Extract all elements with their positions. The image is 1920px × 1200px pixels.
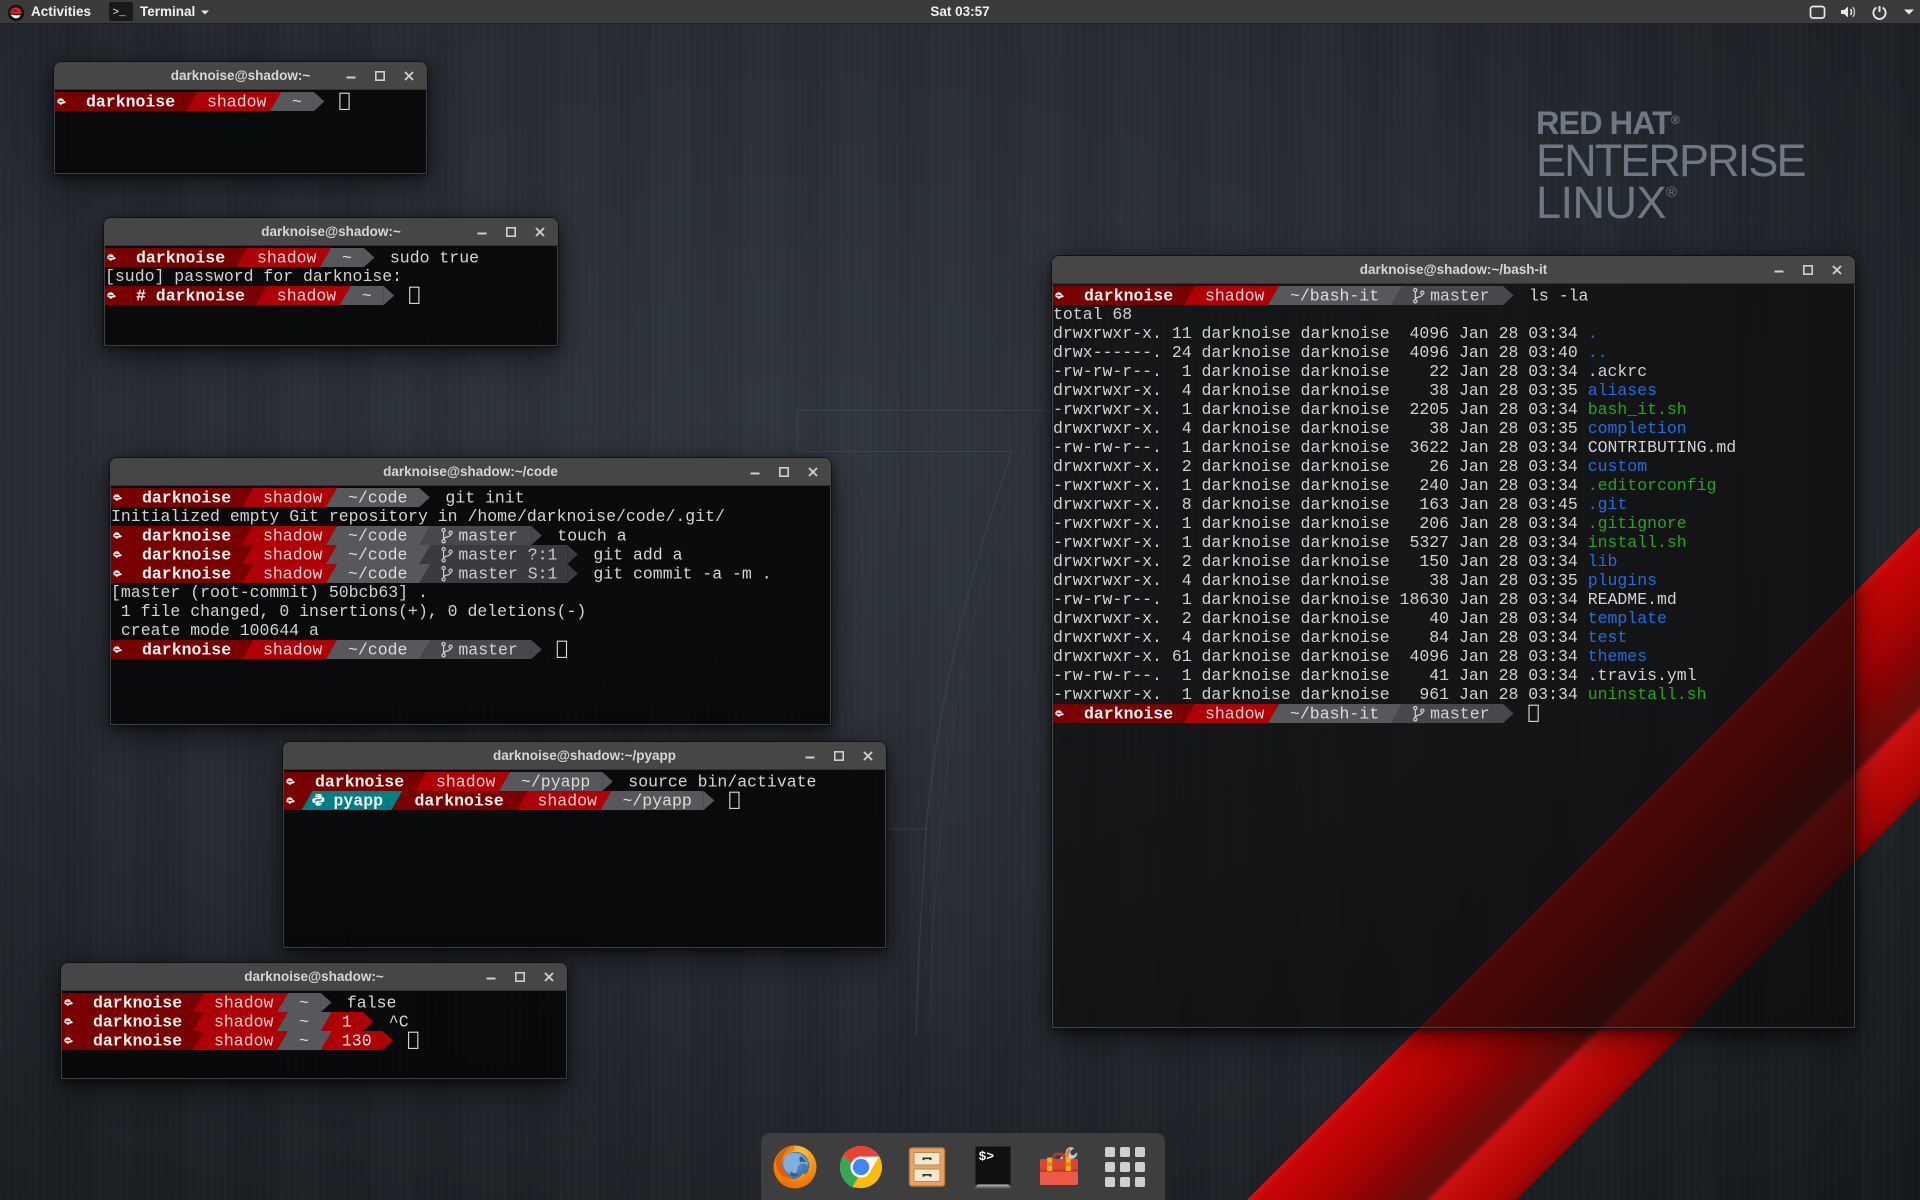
svg-text:~/code: ~/code	[348, 526, 407, 544]
svg-text:~/pyapp: ~/pyapp	[623, 791, 692, 809]
svg-text:~/code: ~/code	[348, 564, 407, 582]
svg-text:1: 1	[342, 1012, 352, 1030]
svg-text:shadow: shadow	[263, 640, 323, 658]
svg-text:~/code: ~/code	[348, 640, 407, 658]
svg-text:shadow: shadow	[214, 1031, 274, 1049]
svg-text:shadow: shadow	[1205, 286, 1265, 304]
svg-text:shadow: shadow	[1205, 704, 1265, 722]
svg-text:master: master	[1430, 286, 1489, 304]
svg-text:touch a: touch a	[557, 526, 626, 544]
svg-text:git init: git init	[445, 488, 524, 506]
svg-text:~: ~	[342, 248, 352, 266]
svg-text:source bin/activate: source bin/activate	[628, 772, 816, 790]
svg-text:shadow: shadow	[257, 248, 317, 266]
svg-text:darknoise: darknoise	[142, 545, 231, 563]
svg-text:shadow: shadow	[436, 772, 496, 790]
svg-text:darknoise: darknoise	[136, 248, 225, 266]
svg-text:shadow: shadow	[277, 286, 337, 304]
svg-text:~: ~	[292, 92, 302, 110]
svg-text:~/bash-it: ~/bash-it	[1290, 704, 1379, 722]
svg-text:shadow: shadow	[214, 1012, 274, 1030]
svg-text:$>: $>	[979, 1149, 995, 1164]
svg-text:master ?:1: master ?:1	[458, 545, 557, 563]
svg-text:shadow: shadow	[214, 993, 274, 1011]
svg-text:master: master	[1430, 704, 1489, 722]
svg-text:sudo true: sudo true	[390, 248, 479, 266]
svg-text:~: ~	[362, 286, 372, 304]
svg-text:darknoise: darknoise	[142, 526, 231, 544]
svg-text:darknoise: darknoise	[142, 488, 231, 506]
svg-text:darknoise: darknoise	[142, 640, 231, 658]
svg-text:pyapp: pyapp	[334, 791, 384, 809]
svg-text:~/code: ~/code	[348, 545, 407, 563]
svg-text:~/pyapp: ~/pyapp	[521, 772, 590, 790]
svg-text:darknoise: darknoise	[1084, 704, 1173, 722]
svg-text:~/bash-it: ~/bash-it	[1290, 286, 1379, 304]
svg-text:ls -la: ls -la	[1529, 286, 1589, 304]
svg-text:git add a: git add a	[593, 545, 682, 563]
svg-text:darknoise: darknoise	[93, 993, 182, 1011]
svg-text:git commit -a -m .: git commit -a -m .	[593, 564, 771, 582]
svg-text:~: ~	[299, 993, 309, 1011]
svg-text:~: ~	[299, 1012, 309, 1030]
svg-text:false: false	[347, 993, 397, 1011]
svg-text:shadow: shadow	[207, 92, 267, 110]
svg-text:~: ~	[299, 1031, 309, 1049]
svg-text:darknoise: darknoise	[415, 791, 504, 809]
svg-text:master: master	[458, 526, 517, 544]
svg-text:darknoise: darknoise	[315, 772, 404, 790]
svg-text:~/code: ~/code	[348, 488, 407, 506]
svg-text:darknoise: darknoise	[86, 92, 175, 110]
svg-text:shadow: shadow	[263, 545, 323, 563]
svg-text:shadow: shadow	[263, 488, 323, 506]
svg-text:# darknoise: # darknoise	[136, 286, 245, 304]
svg-text:^C: ^C	[389, 1012, 409, 1030]
svg-text:master: master	[458, 640, 517, 658]
svg-text:darknoise: darknoise	[1084, 286, 1173, 304]
svg-text:master S:1: master S:1	[458, 564, 557, 582]
svg-text:darknoise: darknoise	[142, 564, 231, 582]
svg-text:130: 130	[342, 1031, 372, 1049]
svg-text:shadow: shadow	[263, 564, 323, 582]
svg-text:darknoise: darknoise	[93, 1012, 182, 1030]
svg-text:darknoise: darknoise	[93, 1031, 182, 1049]
svg-text:shadow: shadow	[538, 791, 598, 809]
svg-text:shadow: shadow	[263, 526, 323, 544]
